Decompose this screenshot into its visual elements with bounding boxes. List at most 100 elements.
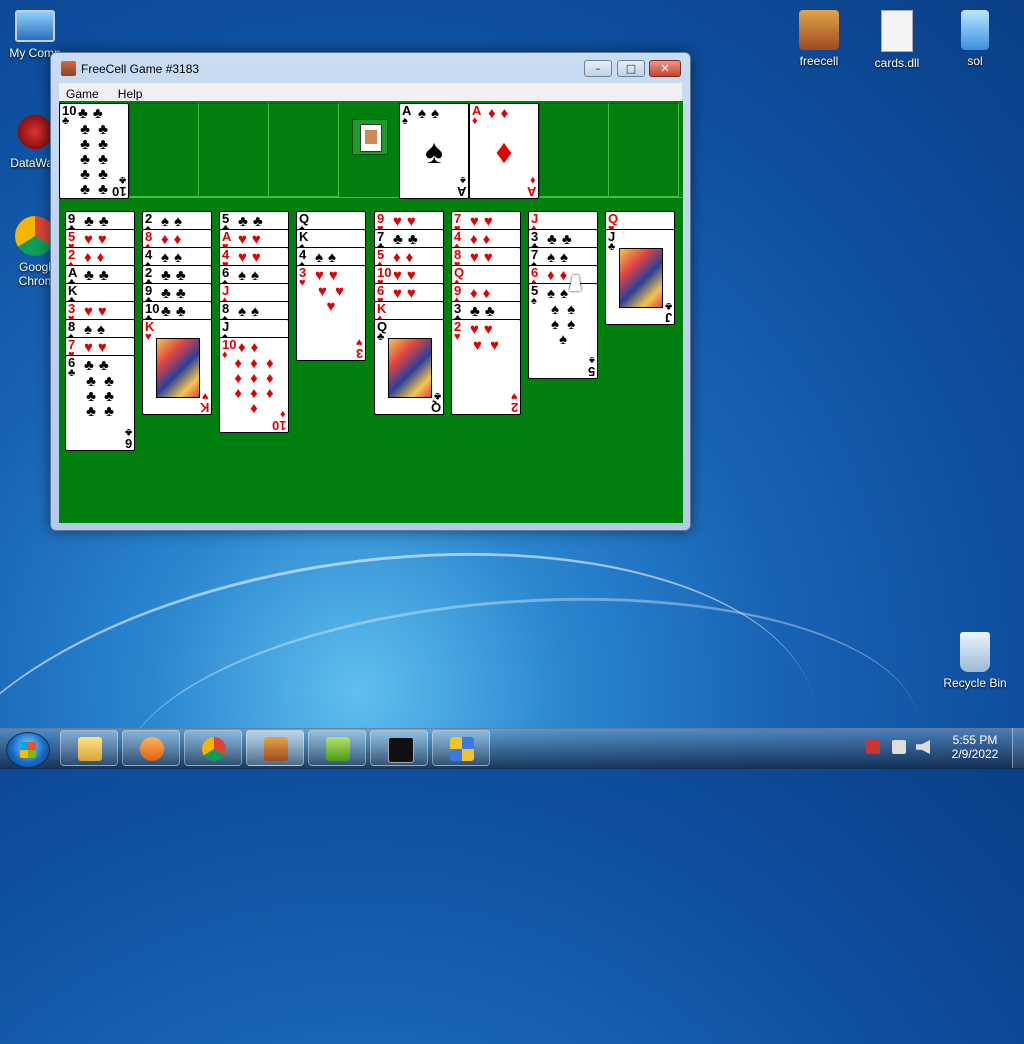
game-board: 10 ♣ ♣♣ ♣ ♣ ♣ ♣ ♣ ♣ ♣ ♣ ♣ ♣ 10 ♣ A ♠ ♠♠ ♠ A ♠ A ♦ ♦♦ ♦ A… [59, 101, 683, 523]
explorer-icon [78, 737, 102, 761]
taskbar-cmd[interactable] [370, 730, 428, 766]
freecell-window: FreeCell Game #3183 – □ ✕ Game Help 10 ♣ ♣… [50, 52, 691, 531]
card-center-pips-icon: ♣ ♣ ♣ ♣ ♣ ♣ ♣ ♣ ♣ ♣ [80, 121, 110, 198]
card-rank-bottom: 6 [124, 436, 132, 451]
playing-card[interactable]: A ♠ ♠♠ ♠ A ♠ [399, 103, 469, 199]
card-pips-icon: ♦♦ [470, 231, 496, 248]
tray-flag-icon[interactable] [866, 740, 880, 754]
king-face-icon [360, 124, 382, 152]
card-suit-bottom-icon: ♣ [118, 174, 126, 186]
playing-card[interactable]: 5 ♠ ♠♠ ♠ ♠ ♠ ♠ ♠ 5 ♠ [528, 283, 598, 379]
close-button[interactable]: ✕ [649, 60, 681, 77]
desktop-icon-cards-dll[interactable]: cards.dll [862, 10, 932, 70]
card-suit-icon: ♠ [531, 295, 537, 307]
card-pips-icon: ♥♥ [315, 267, 343, 284]
card-pips-icon: ♥♥ [84, 303, 112, 320]
card-suit-icon: ♦ [472, 115, 478, 127]
playing-card[interactable]: 10 ♦ ♦♦ ♦ ♦ ♦ ♦ ♦ ♦ ♦ ♦ ♦ ♦ 10 ♦ [219, 337, 289, 433]
playing-card[interactable]: J ♣ J ♣ [605, 229, 675, 325]
card-pips-icon: ♠♠ [161, 249, 187, 266]
menu-game[interactable]: Game [59, 86, 106, 102]
card-suit-bottom-icon: ♣ [664, 300, 672, 312]
card-suit-icon: ♣ [377, 331, 385, 343]
card-pips-icon: ♣♣ [238, 213, 268, 230]
face-card-art-icon [388, 338, 432, 398]
card-suit-bottom-icon: ♠ [589, 354, 595, 366]
playing-card[interactable]: 6 ♣ ♣♣ ♣ ♣ ♣ ♣ ♣ ♣ 6 ♣ [65, 355, 135, 451]
card-pips-icon: ♥♥ [470, 213, 498, 230]
card-pips-icon: ♦♦ [238, 339, 264, 356]
free-cell-slot[interactable] [199, 103, 269, 197]
playing-card[interactable]: 10 ♣ ♣♣ ♣ ♣ ♣ ♣ ♣ ♣ ♣ ♣ ♣ ♣ 10 ♣ [59, 103, 129, 199]
card-pips-icon: ♠♠ [418, 105, 444, 122]
card-pips-icon: ♣♣ [78, 105, 108, 122]
tray-network-icon[interactable] [892, 740, 906, 754]
desktop-icon-recycle-bin[interactable]: Recycle Bin [940, 632, 1010, 690]
card-pips-icon: ♠♠ [238, 303, 264, 320]
playing-card[interactable]: 3 ♥ ♥♥ ♥ ♥ ♥ 3 ♥ [296, 265, 366, 361]
window-title: FreeCell Game #3183 [81, 62, 200, 76]
card-suit-icon: ♥ [145, 331, 152, 343]
card-suit-icon: ♥ [299, 277, 306, 289]
card-pips-icon: ♠♠ [238, 267, 264, 284]
card-rank-bottom: 2 [510, 400, 518, 415]
show-desktop-button[interactable] [1012, 728, 1024, 768]
card-suit-icon: ♣ [608, 241, 616, 253]
taskbar-media-player[interactable] [122, 730, 180, 766]
taskbar-network[interactable] [432, 730, 490, 766]
card-pips-icon: ♠♠ [547, 249, 573, 266]
card-center-pips-icon: ♦ ♦ ♦ ♦ ♦ ♦ ♦ ♦ ♦ ♦ [234, 355, 276, 417]
face-card-art-icon [156, 338, 200, 398]
playing-card[interactable]: Q ♣ Q ♣ [374, 319, 444, 415]
card-suit-icon: ♣ [62, 115, 70, 127]
card-pips-icon: ♥♥ [393, 285, 421, 302]
free-cell-slot[interactable] [129, 103, 199, 197]
taskbar-freecell[interactable] [246, 730, 304, 766]
datawag-icon [15, 112, 55, 152]
card-pips-icon: ♥♥ [238, 231, 266, 248]
freecell-icon [799, 10, 839, 50]
card-suit-bottom-icon: ♣ [124, 426, 132, 438]
dll-file-icon [881, 10, 913, 52]
king-indicator-icon [352, 119, 388, 155]
free-cell-slot[interactable] [269, 103, 339, 197]
notepad-plus-icon [326, 737, 350, 761]
computer-icon [15, 10, 55, 42]
freecell-app-icon [61, 61, 76, 76]
taskbar-chrome[interactable] [184, 730, 242, 766]
card-pips-icon: ♦♦ [488, 105, 514, 122]
card-rank-bottom: 10 [111, 184, 126, 199]
clock[interactable]: 5:55 PM 2/9/2022 [940, 733, 1010, 761]
desktop-icon-label: sol [967, 54, 983, 68]
playing-card[interactable]: A ♦ ♦♦ ♦ A ♦ [469, 103, 539, 199]
title-bar[interactable]: FreeCell Game #3183 – □ ✕ [51, 53, 690, 83]
card-rank-bottom: Q [430, 400, 441, 415]
foundation-slot[interactable] [609, 103, 679, 197]
desktop-icon-sol[interactable]: sol [940, 10, 1010, 68]
card-pips-icon: ♣♣ [84, 213, 114, 230]
maximize-icon: □ [625, 62, 637, 75]
taskbar-notepad-plus[interactable] [308, 730, 366, 766]
card-pips-icon: ♦♦ [470, 285, 496, 302]
minimize-button[interactable]: – [584, 60, 612, 77]
clock-date: 2/9/2022 [951, 747, 999, 761]
desktop-icon-label: Recycle Bin [943, 676, 1007, 690]
desktop-icon-freecell[interactable]: freecell [784, 10, 854, 68]
taskbar-explorer[interactable] [60, 730, 118, 766]
card-rank-bottom: 5 [587, 364, 595, 379]
card-pips-icon: ♥♥ [393, 267, 421, 284]
card-rank-bottom: 10 [271, 418, 286, 433]
card-center-pips-icon: ♠ ♠ ♠ ♠ ♠ [550, 301, 578, 348]
playing-card[interactable]: 2 ♥ ♥♥ ♥ ♥ 2 ♥ [451, 319, 521, 415]
menu-help[interactable]: Help [111, 86, 150, 102]
foundation-slot[interactable] [539, 103, 609, 197]
card-rank-bottom: A [456, 184, 466, 199]
card-pips-icon: ♥♥ [238, 249, 266, 266]
start-button[interactable] [6, 732, 50, 768]
card-pips-icon: ♦♦ [84, 249, 110, 266]
network-icon [450, 737, 474, 761]
card-pips-icon: ♠♠ [315, 249, 341, 266]
card-pips-icon: ♣♣ [161, 285, 191, 302]
playing-card[interactable]: K ♥ K ♥ [142, 319, 212, 415]
maximize-button[interactable]: □ [617, 60, 645, 77]
